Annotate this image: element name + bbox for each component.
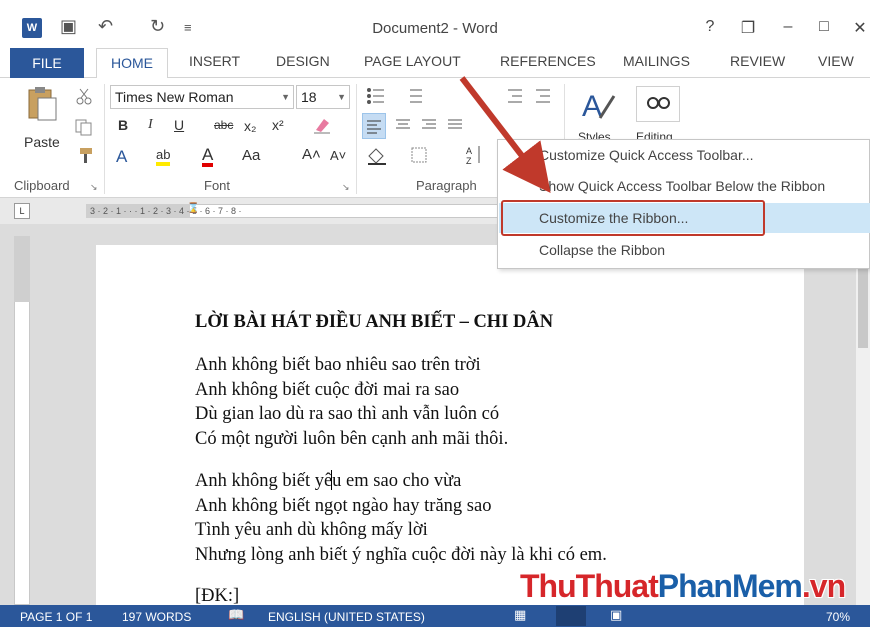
- text-cursor: [331, 470, 332, 490]
- bold-button[interactable]: B: [118, 117, 128, 133]
- copy-icon[interactable]: [74, 118, 94, 136]
- verse-2-line-3: Tình yêu anh dù không mấy lời: [195, 520, 428, 540]
- chevron-down-icon[interactable]: ▼: [337, 86, 346, 108]
- tab-insert[interactable]: INSERT: [189, 53, 240, 69]
- font-size-value: 18: [301, 89, 317, 105]
- borders-icon[interactable]: [410, 146, 430, 166]
- paste-button[interactable]: Paste: [24, 134, 60, 150]
- ribbon-display-options-icon[interactable]: ❐: [738, 18, 758, 38]
- format-painter-icon[interactable]: [74, 146, 94, 164]
- tab-view[interactable]: VIEW: [818, 53, 854, 69]
- paste-icon[interactable]: [24, 86, 58, 124]
- verse-1-line-3: Dù gian lao dù ra sao thì anh vẫn luôn c…: [195, 404, 500, 424]
- tab-page-layout[interactable]: PAGE LAYOUT: [364, 53, 461, 69]
- verse-1-line-1: Anh không biết bao nhiêu sao trên trời: [195, 355, 481, 375]
- underline-button[interactable]: U: [174, 117, 184, 133]
- superscript-button[interactable]: x²: [272, 117, 284, 133]
- tab-references[interactable]: REFERENCES: [500, 53, 596, 69]
- annotation-arrow-icon: [459, 76, 551, 194]
- tab-mailings[interactable]: MAILINGS: [623, 53, 690, 69]
- clear-formatting-icon[interactable]: [312, 116, 332, 134]
- status-zoom-level[interactable]: 70%: [826, 610, 850, 624]
- status-word-count[interactable]: 197 WORDS: [122, 610, 191, 624]
- change-case-button[interactable]: Aa: [242, 147, 260, 164]
- strikethrough-button[interactable]: abc: [214, 118, 233, 132]
- cut-icon[interactable]: [74, 88, 94, 106]
- font-launcher-icon[interactable]: ↘: [342, 182, 350, 193]
- proofing-icon[interactable]: 📖: [228, 607, 244, 623]
- italic-button[interactable]: I: [148, 117, 153, 133]
- status-language[interactable]: ENGLISH (UNITED STATES): [268, 610, 425, 624]
- highlight-button[interactable]: ab: [156, 148, 171, 166]
- menu-item-show-qat-below[interactable]: Show Quick Access Toolbar Below the Ribb…: [539, 178, 825, 194]
- group-separator: [356, 84, 357, 194]
- tab-design[interactable]: DESIGN: [276, 53, 330, 69]
- help-button[interactable]: ?: [700, 18, 720, 36]
- group-separator: [104, 84, 105, 194]
- verse-1-line-4: Có một người luôn bên cạnh anh mãi thôi.: [195, 428, 509, 449]
- close-button[interactable]: ✕: [850, 18, 870, 38]
- font-name-value: Times New Roman: [115, 89, 234, 105]
- font-name-combo[interactable]: Times New Roman ▼: [110, 85, 294, 109]
- read-mode-icon[interactable]: ▦: [514, 607, 526, 623]
- editing-icon[interactable]: [636, 86, 680, 122]
- text-effects-button[interactable]: A: [116, 147, 127, 167]
- verse-2-line-1: Anh không biết yêu em sao cho vừa: [195, 471, 462, 491]
- watermark-logo: ThuThuatPhanMem.vn: [520, 568, 846, 604]
- verse-1-line-2: Anh không biết cuộc đời mai ra sao: [195, 379, 460, 400]
- verse-2-line-2: Anh không biết ngọt ngào hay trăng sao: [195, 495, 492, 516]
- clipboard-launcher-icon[interactable]: ↘: [90, 182, 98, 193]
- subscript-button[interactable]: x₂: [244, 118, 256, 134]
- vertical-ruler-margin: [14, 236, 30, 302]
- maximize-button[interactable]: □: [814, 18, 834, 36]
- annotation-highlight-box: [501, 200, 765, 236]
- group-label-clipboard: Clipboard: [14, 178, 70, 193]
- status-page[interactable]: PAGE 1 OF 1: [20, 610, 92, 624]
- menu-item-customize-qat[interactable]: Customize Quick Access Toolbar...: [539, 147, 754, 163]
- tab-review[interactable]: REVIEW: [730, 53, 785, 69]
- indent-marker-icon[interactable]: ⌛: [187, 203, 199, 214]
- shading-icon[interactable]: [366, 146, 396, 166]
- grow-font-button[interactable]: A˄: [302, 146, 321, 163]
- chevron-down-icon[interactable]: ▼: [281, 86, 290, 108]
- align-left-button[interactable]: [362, 113, 386, 139]
- styles-icon[interactable]: A: [578, 86, 618, 126]
- font-size-combo[interactable]: 18 ▼: [296, 85, 350, 109]
- ruler-marks: 3 · 2 · 1 · · · 1 · 2 · 3 · 4 · 5 · 6 · …: [90, 206, 242, 216]
- tab-home[interactable]: HOME: [96, 48, 168, 79]
- verse-2-line-4: Nhưng lòng anh biết ý nghĩa cuộc đời này…: [195, 544, 607, 565]
- font-color-button[interactable]: A: [202, 146, 214, 167]
- minimize-button[interactable]: –: [778, 18, 798, 36]
- svg-text:A: A: [582, 90, 602, 123]
- tab-selector[interactable]: L: [14, 203, 30, 219]
- print-layout-icon[interactable]: [556, 606, 586, 626]
- tab-file[interactable]: FILE: [10, 48, 84, 78]
- document-heading: LỜI BÀI HÁT ĐIỀU ANH BIẾT – CHI DÂN: [195, 312, 554, 332]
- web-layout-icon[interactable]: ▣: [610, 607, 622, 623]
- menu-item-collapse-ribbon[interactable]: Collapse the Ribbon: [539, 242, 665, 258]
- group-label-font: Font: [204, 178, 231, 193]
- shrink-font-button[interactable]: A˅: [330, 148, 346, 163]
